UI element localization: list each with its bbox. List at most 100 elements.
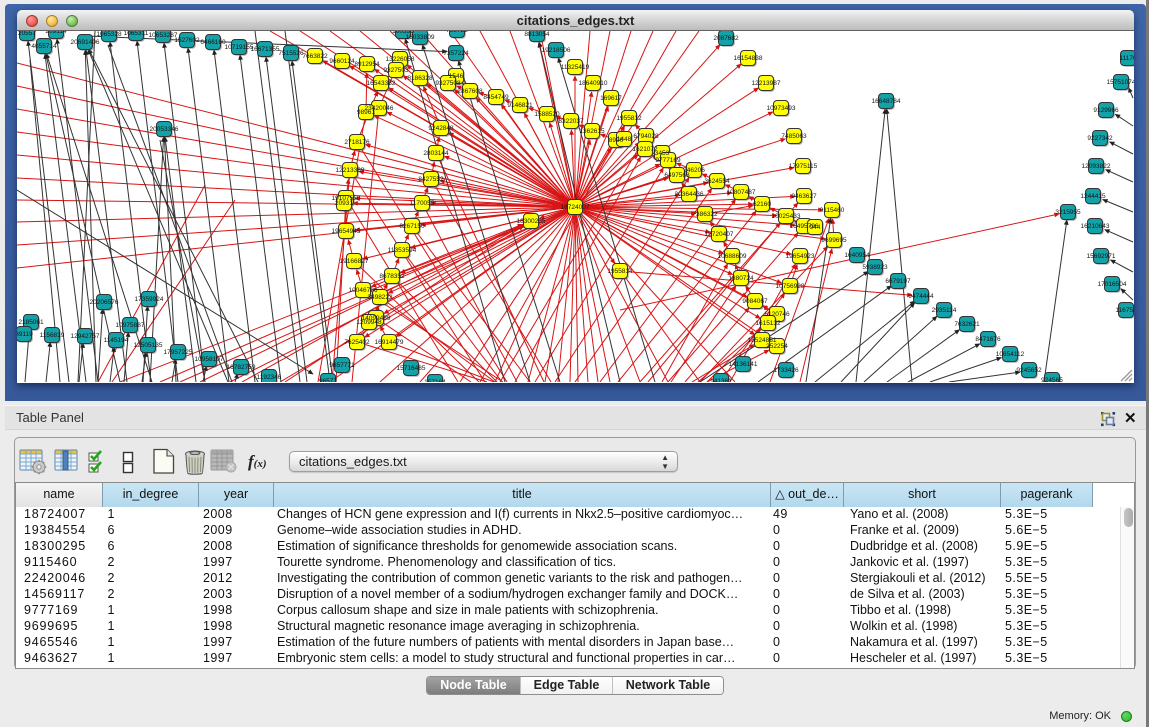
svg-text:10807487: 10807487	[727, 189, 756, 196]
svg-text:3215955: 3215955	[1055, 209, 1081, 216]
svg-text:19166827: 19166827	[340, 258, 369, 265]
svg-text:10654112: 10654112	[996, 351, 1025, 358]
svg-text:16914479: 16914479	[375, 339, 404, 346]
svg-text:252254: 252254	[766, 343, 788, 350]
svg-text:1527602: 1527602	[174, 37, 200, 44]
svg-text:10025433: 10025433	[772, 213, 801, 220]
svg-text:6497568: 6497568	[664, 172, 690, 179]
svg-text:9699695: 9699695	[821, 237, 847, 244]
svg-text:15720407: 15720407	[705, 231, 734, 238]
svg-text:944: 944	[810, 224, 821, 231]
svg-text:209114: 209114	[45, 31, 67, 35]
svg-text:2185061: 2185061	[18, 319, 44, 326]
svg-text:9327508: 9327508	[435, 80, 461, 87]
svg-text:19654923: 19654923	[786, 253, 815, 260]
svg-text:14136141: 14136141	[729, 361, 758, 368]
svg-text:8678352: 8678352	[379, 273, 405, 280]
svg-text:8912954: 8912954	[354, 61, 380, 68]
svg-text:9115460: 9115460	[820, 207, 845, 214]
svg-text:8322037: 8322037	[558, 118, 584, 125]
svg-text:12213987: 12213987	[752, 80, 781, 87]
svg-text:8267150: 8267150	[399, 223, 425, 230]
svg-text:11170: 11170	[1119, 55, 1134, 62]
svg-text:16671355: 16671355	[251, 46, 280, 53]
svg-text:6466160: 6466160	[200, 39, 226, 46]
svg-text:3624554: 3624554	[704, 178, 730, 185]
svg-text:1209948: 1209948	[356, 319, 382, 326]
svg-text:9660124: 9660124	[329, 58, 355, 65]
svg-text:1065328: 1065328	[96, 31, 122, 38]
svg-text:1733426: 1733426	[773, 367, 799, 374]
svg-text:17359924: 17359924	[135, 296, 164, 303]
svg-text:9463627: 9463627	[791, 193, 817, 200]
svg-text:9327503: 9327503	[383, 67, 409, 74]
svg-text:8454749: 8454749	[483, 94, 509, 101]
svg-text:10046786: 10046786	[349, 287, 378, 294]
svg-text:15751074: 15751074	[1107, 79, 1134, 86]
svg-text:20691406: 20691406	[71, 39, 100, 46]
svg-text:18300295: 18300295	[517, 218, 546, 225]
svg-text:18640910: 18640910	[579, 80, 608, 87]
svg-text:5938923: 5938923	[862, 264, 888, 271]
svg-text:1362615: 1362615	[579, 128, 605, 135]
svg-text:12213389: 12213389	[336, 167, 365, 174]
svg-text:6679197: 6679197	[885, 278, 911, 285]
svg-text:20557: 20557	[18, 31, 36, 37]
svg-text:39119: 39119	[17, 331, 33, 338]
svg-text:8427552: 8427552	[418, 176, 444, 183]
svg-text:16648784: 16648784	[872, 98, 901, 105]
svg-text:7625402: 7625402	[344, 339, 370, 346]
svg-text:17975115: 17975115	[789, 163, 818, 170]
svg-text:1588520: 1588520	[534, 111, 560, 118]
svg-text:1955814: 1955814	[607, 268, 633, 275]
svg-text:1156819: 1156819	[40, 332, 65, 339]
svg-text:9146821: 9146821	[507, 102, 533, 109]
svg-text:7357224: 7357224	[443, 50, 469, 57]
svg-text:12942757: 12942757	[71, 333, 100, 340]
svg-text:10688609: 10688609	[718, 253, 747, 260]
svg-text:8471676: 8471676	[975, 336, 1001, 343]
svg-text:1615132: 1615132	[755, 320, 781, 327]
svg-text:20206576: 20206576	[90, 299, 119, 306]
svg-text:1880724: 1880724	[728, 275, 754, 282]
svg-text:16210643: 16210643	[1081, 223, 1110, 230]
svg-text:20053346: 20053346	[150, 126, 179, 133]
svg-text:9657771: 9657771	[329, 362, 355, 369]
svg-text:98961: 98961	[357, 109, 375, 116]
svg-text:12505135: 12505135	[134, 342, 163, 349]
svg-text:19218506: 19218506	[542, 47, 571, 54]
svg-text:1192346: 1192346	[257, 374, 282, 381]
svg-text:10975887: 10975887	[116, 322, 145, 329]
svg-text:20931: 20931	[335, 200, 353, 207]
svg-text:3453: 3453	[655, 150, 670, 157]
svg-text:2867608: 2867608	[457, 88, 483, 95]
svg-text:8186328: 8186328	[407, 75, 433, 82]
svg-text:1546: 1546	[449, 73, 464, 80]
svg-text:2087682: 2087682	[713, 35, 739, 42]
svg-text:16782759: 16782759	[227, 364, 256, 371]
svg-text:11353594: 11353594	[388, 247, 417, 254]
svg-text:9245652: 9245652	[1016, 367, 1042, 374]
svg-text:17957225: 17957225	[164, 349, 193, 356]
svg-text:1640954: 1640954	[844, 252, 870, 259]
svg-text:16033809: 16033809	[406, 34, 435, 41]
svg-text:18724007: 18724007	[561, 204, 590, 211]
svg-text:16543382: 16543382	[367, 80, 396, 87]
svg-text:1955812: 1955812	[616, 115, 642, 122]
svg-text:1170055: 1170055	[410, 200, 435, 207]
svg-text:924565: 924565	[1041, 377, 1063, 382]
svg-text:15716485: 15716485	[397, 365, 426, 372]
svg-text:2803144: 2803144	[423, 150, 449, 157]
svg-text:17016504: 17016504	[1098, 281, 1127, 288]
svg-text:10719155: 10719155	[225, 44, 254, 51]
svg-text:7485063: 7485063	[781, 133, 807, 140]
svg-text:12093822: 12093822	[1082, 163, 1111, 170]
svg-text:9474444: 9474444	[908, 293, 934, 300]
svg-text:1065311: 1065311	[124, 31, 149, 37]
svg-text:9242848: 9242848	[428, 125, 454, 132]
svg-text:2935114: 2935114	[932, 307, 957, 314]
svg-text:11325419: 11325419	[561, 64, 590, 71]
svg-text:7663822: 7663822	[302, 53, 328, 60]
svg-text:116753: 116753	[1115, 307, 1134, 314]
svg-text:9084067: 9084067	[742, 298, 768, 305]
